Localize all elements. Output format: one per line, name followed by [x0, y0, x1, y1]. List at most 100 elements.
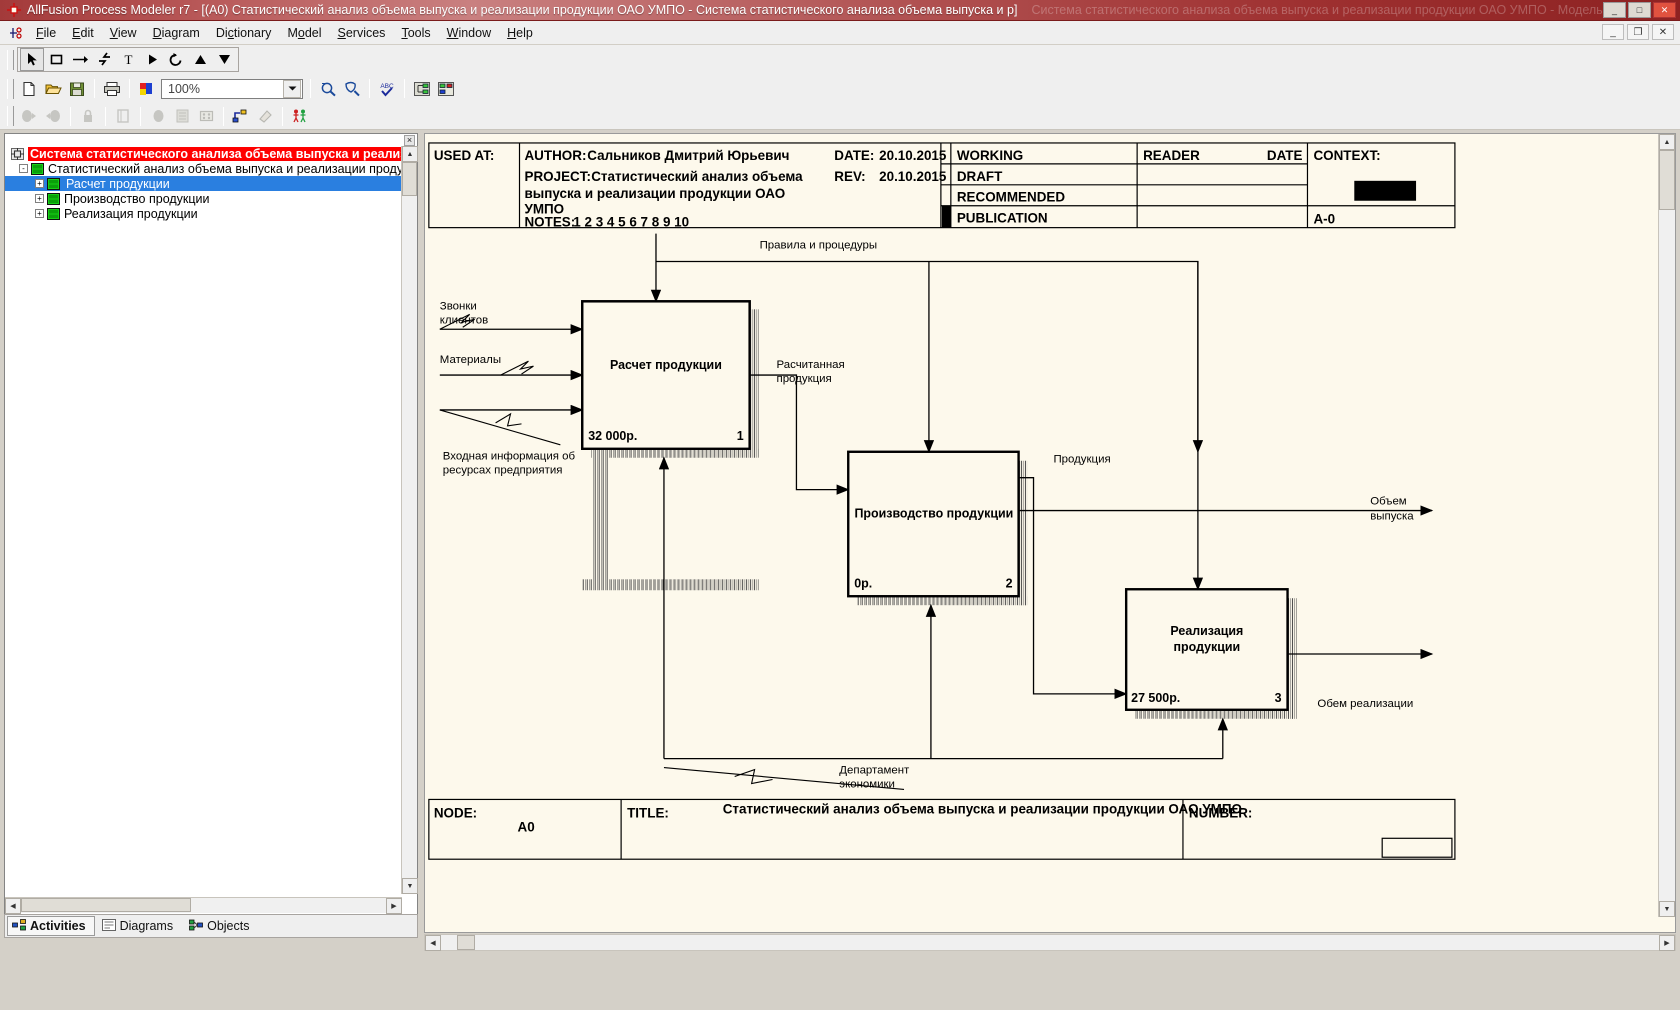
triangle-down-tool-icon[interactable] [212, 48, 236, 71]
tree-toggle-expand[interactable]: + [35, 209, 44, 218]
activity-box-tool-icon[interactable] [44, 48, 68, 71]
activity-box-2-cost: 0р. [854, 576, 872, 590]
node-value: A0 [518, 819, 535, 834]
print-icon[interactable] [100, 77, 124, 100]
diagram-vertical-scrollbar[interactable]: ▲ ▼ [1658, 134, 1675, 917]
pointer-tool-icon[interactable] [20, 48, 44, 71]
menu-item-model[interactable]: Model [279, 24, 329, 42]
toolbar-grip-3[interactable] [7, 106, 14, 126]
label-calls-2: клиентов [440, 314, 488, 326]
tree-toggle-collapse[interactable]: - [19, 164, 28, 173]
label-output-vol-1: Объем [1370, 496, 1407, 508]
zoom-combo[interactable]: 100% [161, 78, 303, 99]
menu-item-dictionary[interactable]: Dictionary [208, 24, 280, 42]
window-title-bar: AllFusion Process Modeler r7 - [(A0) Ста… [0, 0, 1680, 21]
diagram-scroll-left-icon[interactable]: ◀ [425, 935, 441, 951]
date-value: 20.10.2015 [879, 148, 947, 163]
new-file-icon[interactable] [17, 77, 41, 100]
menu-item-edit[interactable]: Edit [64, 24, 102, 42]
close-button[interactable]: ✕ [1653, 2, 1676, 18]
menu-item-help[interactable]: Help [499, 24, 541, 42]
actors-icon[interactable] [288, 105, 312, 128]
color-palette-icon[interactable] [135, 77, 159, 100]
model-explorer-panel: × Система статистического анализа объема… [4, 133, 418, 933]
tab-objects[interactable]: Objects [184, 916, 258, 936]
diagram-scroll-down-icon[interactable]: ▼ [1659, 901, 1675, 917]
tree-vertical-scrollbar[interactable]: ▲ ▼ [401, 146, 418, 894]
menu-item-diagram[interactable]: Diagram [145, 24, 208, 42]
swim-lane-icon[interactable] [229, 105, 253, 128]
activity-box-2-number: 2 [1006, 576, 1013, 590]
toolbar-separator-10 [282, 106, 283, 126]
context-label: CONTEXT: [1313, 148, 1380, 163]
open-folder-icon[interactable] [41, 77, 65, 100]
toolbar-grip-2[interactable] [7, 78, 14, 99]
menu-item-file[interactable]: FFileile [28, 24, 64, 42]
scroll-up-icon[interactable]: ▲ [402, 146, 418, 162]
model-explorer-icon[interactable] [410, 77, 434, 100]
play-tool-icon[interactable] [140, 48, 164, 71]
diagram-scroll-thumb-h[interactable] [457, 935, 475, 950]
mdi-restore-button[interactable]: ❐ [1627, 24, 1649, 40]
diagram-horizontal-scrollbar[interactable]: ◀ ▶ [424, 934, 1676, 951]
status-publication: PUBLICATION [957, 211, 1048, 226]
tree-horizontal-scrollbar[interactable]: ◀ ▶ [5, 897, 402, 914]
tree-toggle-expand[interactable]: + [35, 179, 44, 188]
save-icon[interactable] [65, 77, 89, 100]
tree-node-realizaciya[interactable]: + Реализация продукции [5, 206, 402, 221]
minimize-button[interactable]: _ [1603, 2, 1626, 18]
scroll-right-icon[interactable]: ▶ [386, 898, 402, 914]
idef0-diagram[interactable]: USED AT: AUTHOR: Сальников Дмитрий Юрьев… [425, 134, 1657, 914]
menu-item-tools[interactable]: Tools [393, 24, 438, 42]
toolbar-separator-7 [105, 106, 106, 126]
scroll-down-icon[interactable]: ▼ [402, 878, 418, 894]
activity-box-2-title: Производство продукции [854, 507, 1013, 521]
mdi-close-button[interactable]: ✕ [1652, 24, 1674, 40]
toolbar-grip[interactable] [7, 49, 14, 70]
label-rules: Правила и процедуры [760, 240, 877, 252]
panel-close-icon[interactable]: × [404, 135, 415, 146]
tab-diagrams[interactable]: Diagrams [97, 916, 183, 936]
tree-node-model[interactable]: - Статистический анализ объема выпуска и… [5, 161, 402, 176]
date-col-label: DATE [1267, 148, 1303, 163]
scroll-thumb-h[interactable] [21, 898, 191, 912]
scroll-thumb[interactable] [402, 162, 417, 196]
diagram-scroll-thumb[interactable] [1659, 150, 1675, 210]
menu-item-window[interactable]: Window [439, 24, 499, 42]
scroll-left-icon[interactable]: ◀ [5, 898, 21, 914]
model-tree[interactable]: Система статистического анализа объема в… [5, 146, 402, 894]
tree-node-root[interactable]: Система статистического анализа объема в… [5, 146, 402, 161]
rotate-tool-icon[interactable] [164, 48, 188, 71]
diagram-scroll-right-icon[interactable]: ▶ [1659, 935, 1675, 951]
triangle-up-tool-icon[interactable] [188, 48, 212, 71]
menu-item-services[interactable]: Services [330, 24, 394, 42]
activity-box-1-number-dup: 1 [737, 429, 744, 443]
toolbar-separator-6 [70, 106, 71, 126]
report-icon[interactable] [434, 77, 458, 100]
zoom-fit-icon[interactable] [340, 77, 364, 100]
arrow-tool-icon[interactable] [68, 48, 92, 71]
maximize-button[interactable]: □ [1628, 2, 1651, 18]
mdi-document-icon [8, 25, 24, 41]
menu-item-view[interactable]: View [102, 24, 145, 42]
label-input-info-1: Входная информация об [443, 451, 576, 463]
title-value: Статистический анализ объема выпуска и р… [723, 801, 1242, 816]
mdi-minimize-button[interactable]: _ [1602, 24, 1624, 40]
zoom-in-icon[interactable] [316, 77, 340, 100]
toolbar-separator-5 [404, 79, 405, 98]
chevron-down-icon[interactable] [283, 79, 301, 98]
spellcheck-icon[interactable]: ABC [375, 77, 399, 100]
app-icon [6, 2, 22, 18]
tree-toggle-expand[interactable]: + [35, 194, 44, 203]
tree-node-raschet[interactable]: + Расчет продукции [5, 176, 402, 191]
activity-box-3-number: 3 [1275, 691, 1282, 705]
bolt-tool-icon[interactable] [92, 48, 116, 71]
text-tool-icon[interactable]: T [116, 48, 140, 71]
diagram-view[interactable]: USED AT: AUTHOR: Сальников Дмитрий Юрьев… [424, 133, 1676, 933]
diagram-scroll-up-icon[interactable]: ▲ [1659, 134, 1675, 150]
author-label: AUTHOR: [524, 148, 586, 163]
tree-node-proizvodstvo[interactable]: + Производство продукции [5, 191, 402, 206]
label-input-info-2: ресурсах предприятия [443, 465, 563, 477]
tab-activities[interactable]: Activities [7, 916, 95, 936]
notes-label: NOTES: [524, 215, 575, 230]
